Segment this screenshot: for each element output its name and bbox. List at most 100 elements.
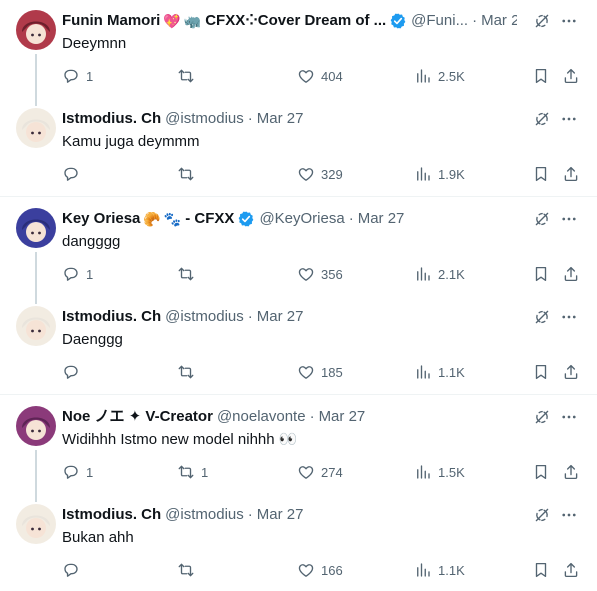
author-handle[interactable]: @istmodius xyxy=(165,505,244,525)
repost-button[interactable] xyxy=(177,264,201,284)
separator-dot: · xyxy=(472,12,478,29)
repost-button[interactable] xyxy=(177,164,201,184)
grok-icon[interactable] xyxy=(533,12,551,30)
bookmark-button[interactable] xyxy=(532,362,550,382)
tweet[interactable]: Istmodius. Ch @istmodius · Mar 27 Daenggg 1… xyxy=(0,296,597,394)
author-name[interactable]: Istmodius. Ch xyxy=(62,505,161,525)
views-button[interactable]: 2.5K xyxy=(414,66,465,86)
like-icon xyxy=(298,466,314,479)
author-name[interactable]: Key Oriesa xyxy=(62,209,140,229)
author-handle[interactable]: @KeyOriesa xyxy=(259,209,344,229)
avatar[interactable] xyxy=(16,10,56,50)
tweet-text: Deeymnn xyxy=(62,35,127,52)
like-count: 356 xyxy=(321,266,343,282)
tweet-timestamp[interactable]: Mar 27 xyxy=(257,109,304,129)
bookmark-button[interactable] xyxy=(532,560,550,580)
reply-button[interactable]: 1 xyxy=(62,66,93,86)
tweet[interactable]: Noe ノエ ✦ V-Creator @noelavonte · Mar 27 Wid… xyxy=(0,396,597,502)
author-handle[interactable]: @noelavonte xyxy=(217,407,306,427)
bookmark-button[interactable] xyxy=(532,66,550,86)
share-button[interactable] xyxy=(562,362,580,382)
grok-icon[interactable] xyxy=(533,506,551,524)
avatar[interactable] xyxy=(16,108,56,148)
like-icon xyxy=(298,564,314,577)
verified-badge-icon[interactable] xyxy=(389,12,407,30)
more-options-icon[interactable] xyxy=(559,408,579,426)
verified-badge-icon[interactable] xyxy=(237,210,255,228)
bookmark-button[interactable] xyxy=(532,264,550,284)
tweet[interactable]: Funin Mamori 💖 🦏 CFXX⁘Cover Dream of ... @Fu… xyxy=(0,0,597,106)
tweet[interactable]: Istmodius. Ch @istmodius · Mar 27 Bukan ahh… xyxy=(0,494,597,591)
tweet-timestamp[interactable]: Mar 27 xyxy=(257,505,304,525)
reply-button[interactable] xyxy=(62,560,86,580)
share-button[interactable] xyxy=(562,560,580,580)
grok-icon[interactable] xyxy=(533,110,551,128)
tweet-timestamp[interactable]: Mar 27 xyxy=(257,307,304,327)
views-button[interactable]: 1.1K xyxy=(414,560,465,580)
avatar[interactable] xyxy=(16,306,56,346)
avatar[interactable] xyxy=(16,208,56,248)
action-bar: 1 404 2.5K xyxy=(62,66,581,86)
tweet-header: Istmodius. Ch @istmodius · Mar 27 xyxy=(62,307,517,327)
repost-button[interactable] xyxy=(177,362,201,382)
action-bar: 329 1.9K xyxy=(62,164,581,184)
reply-button[interactable] xyxy=(62,164,86,184)
tweet[interactable]: Key Oriesa 🥐 🐾 - CFXX @KeyOriesa · Mar 27 dang… xyxy=(0,198,597,304)
author-name[interactable]: Funin Mamori xyxy=(62,11,160,31)
reply-icon xyxy=(64,267,78,281)
views-button[interactable]: 2.1K xyxy=(414,264,465,284)
more-options-icon[interactable] xyxy=(559,308,579,326)
more-options-icon[interactable] xyxy=(559,210,579,228)
repost-count: 1 xyxy=(201,464,209,480)
author-name-suffix[interactable]: - CFXX xyxy=(185,209,234,229)
like-button[interactable]: 185 xyxy=(297,362,343,382)
share-button[interactable] xyxy=(562,164,580,184)
avatar[interactable] xyxy=(16,504,56,544)
grok-icon[interactable] xyxy=(533,308,551,326)
repost-button[interactable]: 1 xyxy=(177,462,208,482)
more-options-icon[interactable] xyxy=(559,110,579,128)
like-count: 166 xyxy=(321,562,343,578)
like-button[interactable]: 274 xyxy=(297,462,343,482)
share-button[interactable] xyxy=(562,66,580,86)
like-button[interactable]: 404 xyxy=(297,66,343,86)
bookmark-icon xyxy=(535,266,547,282)
author-handle[interactable]: @istmodius xyxy=(165,109,244,129)
bookmark-button[interactable] xyxy=(532,164,550,184)
like-button[interactable]: 356 xyxy=(297,264,343,284)
repost-icon xyxy=(178,267,194,281)
more-options-icon[interactable] xyxy=(559,12,579,30)
reply-button[interactable] xyxy=(62,362,86,382)
like-count: 274 xyxy=(321,464,343,480)
tweet-timestamp[interactable]: Mar 27 xyxy=(319,407,366,427)
views-button[interactable]: 1.1K xyxy=(414,362,465,382)
reply-button[interactable]: 1 xyxy=(62,462,93,482)
view-count: 1.9K xyxy=(438,166,465,182)
like-icon xyxy=(298,366,314,379)
tweet[interactable]: Istmodius. Ch @istmodius · Mar 27 Kamu juga… xyxy=(0,98,597,196)
tweet-timestamp[interactable]: Mar 27 xyxy=(358,209,405,229)
more-options-icon[interactable] xyxy=(559,506,579,524)
like-button[interactable]: 329 xyxy=(297,164,343,184)
author-name[interactable]: Istmodius. Ch xyxy=(62,307,161,327)
author-name-suffix[interactable]: CFXX⁘Cover Dream of ... xyxy=(205,11,386,31)
author-name[interactable]: Noe ノエ ✦ V-Creator xyxy=(62,407,213,427)
share-button[interactable] xyxy=(562,264,580,284)
like-button[interactable]: 166 xyxy=(297,560,343,580)
grok-icon[interactable] xyxy=(533,210,551,228)
repost-button[interactable] xyxy=(177,66,201,86)
bookmark-button[interactable] xyxy=(532,462,550,482)
views-button[interactable]: 1.5K xyxy=(414,462,465,482)
tweet-timestamp[interactable]: Mar 27 xyxy=(481,11,517,31)
avatar[interactable] xyxy=(16,406,56,446)
author-handle[interactable]: @Funi... xyxy=(411,11,468,31)
reply-button[interactable]: 1 xyxy=(62,264,93,284)
author-handle[interactable]: @istmodius xyxy=(165,307,244,327)
author-name[interactable]: Istmodius. Ch xyxy=(62,109,161,129)
repost-button[interactable] xyxy=(177,560,201,580)
share-button[interactable] xyxy=(562,462,580,482)
bookmark-icon xyxy=(535,364,547,380)
views-button[interactable]: 1.9K xyxy=(414,164,465,184)
grok-icon[interactable] xyxy=(533,408,551,426)
reply-icon xyxy=(64,465,78,479)
